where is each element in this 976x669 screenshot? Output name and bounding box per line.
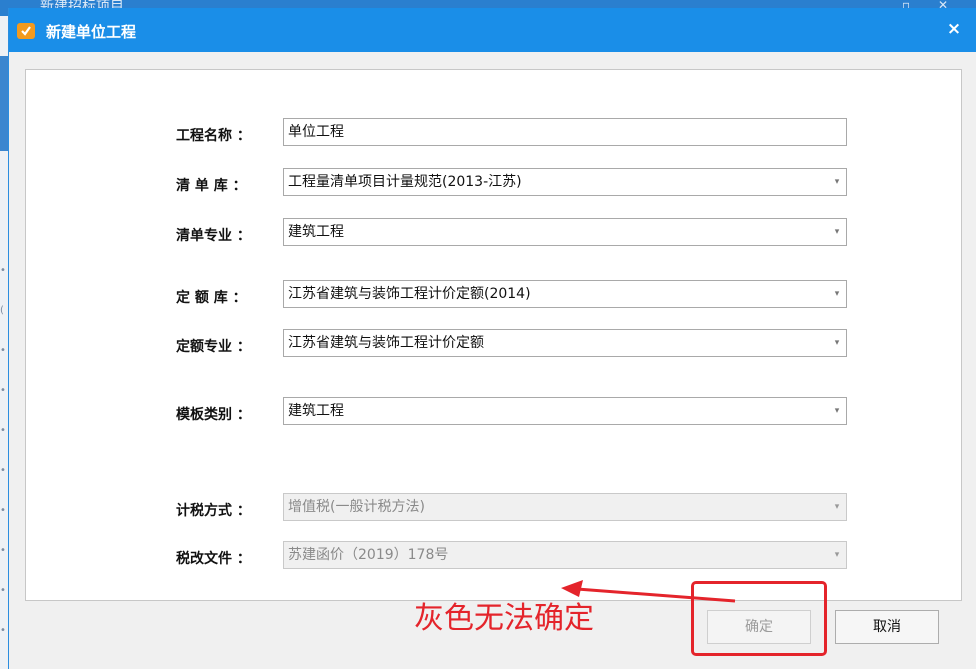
chevron-down-icon[interactable]: ▾ bbox=[832, 228, 842, 237]
tax-reform-file-select: 苏建函价（2019）178号 ▾ bbox=[283, 541, 847, 569]
quota-specialty-value: 江苏省建筑与装饰工程计价定额 bbox=[288, 335, 484, 351]
tax-method-label: 计税方式 ： bbox=[176, 503, 251, 519]
tax-reform-file-value: 苏建函价（2019）178号 bbox=[288, 547, 449, 563]
bill-library-value: 工程量清单项目计量规范(2013-江苏) bbox=[288, 174, 522, 190]
chevron-down-icon[interactable]: ▾ bbox=[832, 407, 842, 416]
bill-library-select[interactable]: 工程量清单项目计量规范(2013-江苏) ▾ bbox=[283, 168, 847, 196]
quota-library-select[interactable]: 江苏省建筑与装饰工程计价定额(2014) ▾ bbox=[283, 280, 847, 308]
annotation-text: 灰色无法确定 bbox=[414, 601, 594, 636]
quota-library-value: 江苏省建筑与装饰工程计价定额(2014) bbox=[288, 286, 531, 302]
chevron-down-icon[interactable]: ▾ bbox=[832, 178, 842, 187]
quota-specialty-select[interactable]: 江苏省建筑与装饰工程计价定额 ▾ bbox=[283, 329, 847, 357]
close-button[interactable]: × bbox=[945, 19, 963, 39]
tax-method-value: 增值税(一般计税方法) bbox=[288, 499, 425, 515]
template-category-select[interactable]: 建筑工程 ▾ bbox=[283, 397, 847, 425]
chevron-down-icon[interactable]: ▾ bbox=[832, 290, 842, 299]
project-name-input[interactable]: 单位工程 bbox=[283, 118, 847, 146]
project-name-label: 工程名称 ： bbox=[176, 128, 251, 144]
template-category-label: 模板类别 ： bbox=[176, 407, 251, 423]
bill-specialty-select[interactable]: 建筑工程 ▾ bbox=[283, 218, 847, 246]
bill-specialty-value: 建筑工程 bbox=[288, 224, 344, 240]
tax-method-select: 增值税(一般计税方法) ▾ bbox=[283, 493, 847, 521]
dialog-titlebar[interactable]: 新建单位工程 × bbox=[9, 8, 976, 52]
app-logo-icon bbox=[17, 23, 35, 39]
quota-library-label: 定 额 库 ： bbox=[176, 290, 247, 306]
cancel-button[interactable]: 取消 bbox=[835, 610, 939, 644]
template-category-value: 建筑工程 bbox=[288, 403, 344, 419]
dialog-title: 新建单位工程 bbox=[46, 23, 137, 41]
new-unit-project-dialog: 新建单位工程 × 工程名称 ： 单位工程 清 单 库 ： 工程量清单项目计量规范… bbox=[8, 8, 976, 669]
project-name-value: 单位工程 bbox=[288, 124, 344, 140]
tax-reform-file-label: 税改文件 ： bbox=[176, 551, 251, 567]
form-panel: 工程名称 ： 单位工程 清 单 库 ： 工程量清单项目计量规范(2013-江苏)… bbox=[25, 69, 962, 601]
bill-specialty-label: 清单专业 ： bbox=[176, 228, 251, 244]
chevron-down-icon: ▾ bbox=[834, 502, 840, 512]
quota-specialty-label: 定额专业 ： bbox=[176, 339, 251, 355]
bill-library-label: 清 单 库 ： bbox=[176, 178, 247, 194]
chevron-down-icon[interactable]: ▾ bbox=[832, 339, 842, 348]
chevron-down-icon: ▾ bbox=[834, 550, 840, 560]
